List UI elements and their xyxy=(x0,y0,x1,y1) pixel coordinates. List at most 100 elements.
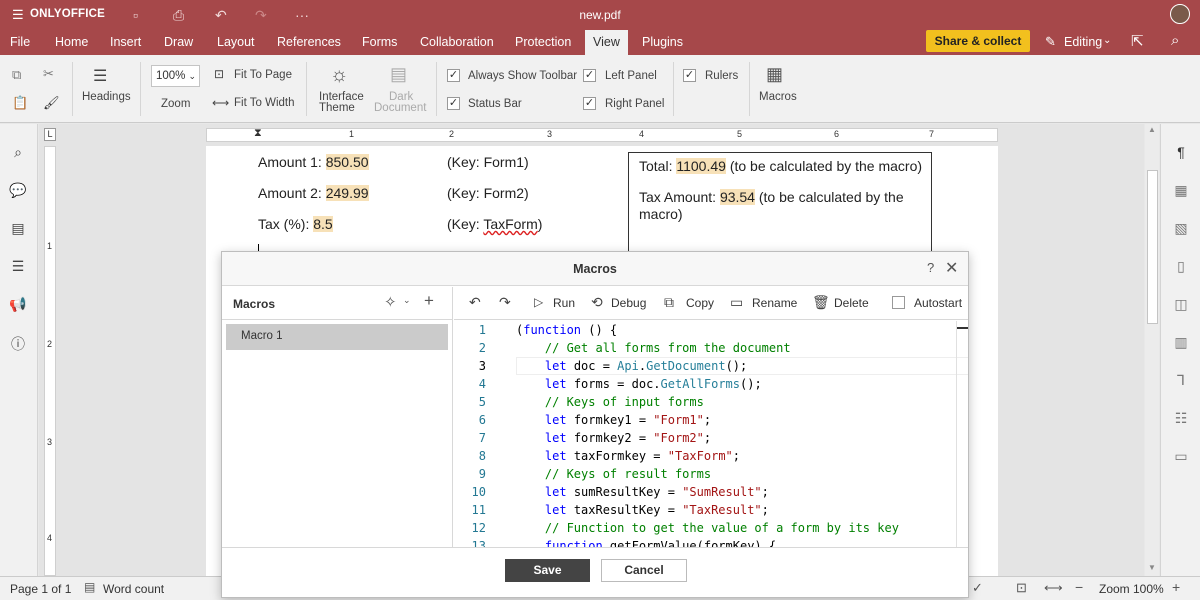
rulers-checkbox[interactable]: ✓ xyxy=(683,69,696,82)
editing-mode-dropdown[interactable]: Editing xyxy=(1064,35,1102,49)
open-location-icon[interactable]: ⇱ xyxy=(1131,32,1144,50)
word-count-button[interactable]: Word count xyxy=(103,582,164,596)
tab-layout[interactable]: Layout xyxy=(212,35,260,55)
redo-icon[interactable]: ↷ xyxy=(499,294,511,311)
tab-view[interactable]: View xyxy=(585,30,628,55)
scrollbar-thumb[interactable] xyxy=(1147,170,1158,324)
macros-button[interactable]: Macros xyxy=(759,91,797,103)
total-field[interactable]: 1100.49 xyxy=(676,158,726,174)
tab-plugins[interactable]: Plugins xyxy=(637,35,688,55)
format-painter-icon[interactable]: 🖌 xyxy=(43,95,60,111)
ai-magic-icon[interactable]: ✧ xyxy=(384,293,397,311)
code-line[interactable]: // Keys of result forms xyxy=(516,467,711,481)
right-panel-checkbox[interactable]: ✓ xyxy=(583,97,596,110)
close-icon[interactable]: ✕ xyxy=(945,258,958,278)
tab-stop-selector[interactable]: L xyxy=(44,128,56,141)
scroll-up-icon[interactable]: ▲ xyxy=(1148,125,1156,134)
left-panel-checkbox[interactable]: ✓ xyxy=(583,69,596,82)
signature-icon[interactable]: ▭ xyxy=(1171,448,1191,465)
header-footer-icon[interactable]: ▯ xyxy=(1171,258,1191,275)
code-scrollbar[interactable] xyxy=(956,321,968,547)
scroll-down-icon[interactable]: ▼ xyxy=(1148,563,1156,572)
tab-insert[interactable]: Insert xyxy=(105,35,146,55)
tab-file[interactable]: File xyxy=(5,35,35,55)
comments-icon[interactable]: 💬 xyxy=(8,182,28,199)
chart-settings-icon[interactable]: ▥ xyxy=(1171,334,1191,351)
interface-theme-line2[interactable]: Theme xyxy=(319,102,355,114)
code-line[interactable]: let forms = doc.GetAllForms(); xyxy=(516,377,762,391)
tab-forms[interactable]: Forms xyxy=(357,35,402,55)
copy-icon[interactable]: ⧉ xyxy=(12,67,21,83)
headings-icon[interactable]: ☰ xyxy=(93,66,107,86)
code-line[interactable]: let doc = Api.GetDocument(); xyxy=(516,359,747,373)
avatar[interactable] xyxy=(1170,4,1190,24)
save-button[interactable]: Save xyxy=(505,559,590,582)
tab-collaboration[interactable]: Collaboration xyxy=(415,35,499,55)
undo-icon[interactable]: ↶ xyxy=(215,7,227,24)
redo-icon[interactable]: ↷ xyxy=(255,7,267,24)
shape-settings-icon[interactable]: ◫ xyxy=(1171,296,1191,313)
code-line[interactable]: // Get all forms from the document xyxy=(516,341,791,355)
autostart-checkbox[interactable] xyxy=(892,296,905,309)
amount1-field[interactable]: 850.50 xyxy=(325,154,369,170)
chat-icon[interactable]: ▤ xyxy=(8,220,28,237)
help-icon[interactable]: ? xyxy=(927,260,934,275)
run-button[interactable]: Run xyxy=(553,296,575,310)
zoom-in-icon[interactable]: + xyxy=(1172,579,1180,595)
feedback-icon[interactable]: 📢 xyxy=(8,296,28,313)
copy-button[interactable]: Copy xyxy=(686,296,714,310)
cut-icon[interactable]: ✂ xyxy=(43,66,54,82)
add-macro-icon[interactable]: + xyxy=(424,291,434,311)
search-icon[interactable]: ⌕ xyxy=(8,144,28,161)
status-bar-checkbox[interactable]: ✓ xyxy=(447,97,460,110)
more-icon[interactable]: ··· xyxy=(295,7,309,23)
tax-field[interactable]: 8.5 xyxy=(313,216,333,232)
paragraph-icon[interactable]: ¶ xyxy=(1171,144,1191,160)
vertical-ruler[interactable]: 1 2 3 4 xyxy=(44,146,56,576)
tab-protection[interactable]: Protection xyxy=(510,35,576,55)
save-icon[interactable]: ▫ xyxy=(133,7,138,23)
print-icon[interactable]: ⎙ xyxy=(173,7,184,24)
amount2-field[interactable]: 249.99 xyxy=(325,185,369,201)
tax-amount-field[interactable]: 93.54 xyxy=(719,189,755,205)
tab-home[interactable]: Home xyxy=(50,35,93,55)
code-line[interactable]: let taxFormkey = "TaxForm"; xyxy=(516,449,740,463)
headings-button[interactable]: Headings xyxy=(82,91,131,103)
fit-to-width-button[interactable]: Fit To Width xyxy=(234,97,295,109)
debug-button[interactable]: Debug xyxy=(611,296,646,310)
undo-icon[interactable]: ↶ xyxy=(469,294,481,311)
code-line[interactable]: let formkey2 = "Form2"; xyxy=(516,431,711,445)
code-line[interactable]: // Keys of input forms xyxy=(516,395,704,409)
code-line[interactable]: // Function to get the value of a form b… xyxy=(516,521,899,535)
macro-item[interactable]: Macro 1 xyxy=(226,324,448,350)
fit-to-page-button[interactable]: Fit To Page xyxy=(234,69,292,81)
code-line[interactable]: let taxResultKey = "TaxResult"; xyxy=(516,503,769,517)
code-line[interactable]: let sumResultKey = "SumResult"; xyxy=(516,485,769,499)
zoom-out-icon[interactable]: − xyxy=(1075,579,1083,595)
chevron-down-icon[interactable]: ⌄ xyxy=(403,295,411,306)
always-show-toolbar-checkbox[interactable]: ✓ xyxy=(447,69,460,82)
indent-marker[interactable]: ⧗ xyxy=(254,127,262,140)
dark-document-line2[interactable]: Document xyxy=(374,102,426,114)
rename-button[interactable]: Rename xyxy=(752,296,797,310)
zoom-select[interactable]: 100% ⌄ xyxy=(151,65,200,87)
form-settings-icon[interactable]: ☷ xyxy=(1171,410,1191,427)
code-editor[interactable]: 1 (function () {2 // Get all forms from t… xyxy=(454,321,968,547)
code-line[interactable]: (function () { xyxy=(516,323,617,337)
text-art-icon[interactable]: Ꞁ xyxy=(1171,372,1191,389)
tab-references[interactable]: References xyxy=(272,35,346,55)
spellcheck-icon[interactable]: ✓ xyxy=(972,580,983,596)
fit-page-status-icon[interactable]: ⊡ xyxy=(1016,580,1027,596)
search-icon[interactable]: ⌕ xyxy=(1171,32,1179,49)
about-icon[interactable]: ⓘ xyxy=(8,334,28,354)
table-settings-icon[interactable]: ▦ xyxy=(1171,182,1191,199)
delete-button[interactable]: Delete xyxy=(834,296,869,310)
paste-icon[interactable]: 📋 xyxy=(12,95,28,111)
fit-width-status-icon[interactable]: ⟷ xyxy=(1044,580,1063,596)
image-settings-icon[interactable]: ▧ xyxy=(1171,220,1191,237)
cancel-button[interactable]: Cancel xyxy=(601,559,687,582)
tab-draw[interactable]: Draw xyxy=(159,35,198,55)
page-indicator[interactable]: Page 1 of 1 xyxy=(10,582,71,596)
code-line[interactable]: let formkey1 = "Form1"; xyxy=(516,413,711,427)
share-collect-button[interactable]: Share & collect xyxy=(926,30,1030,52)
